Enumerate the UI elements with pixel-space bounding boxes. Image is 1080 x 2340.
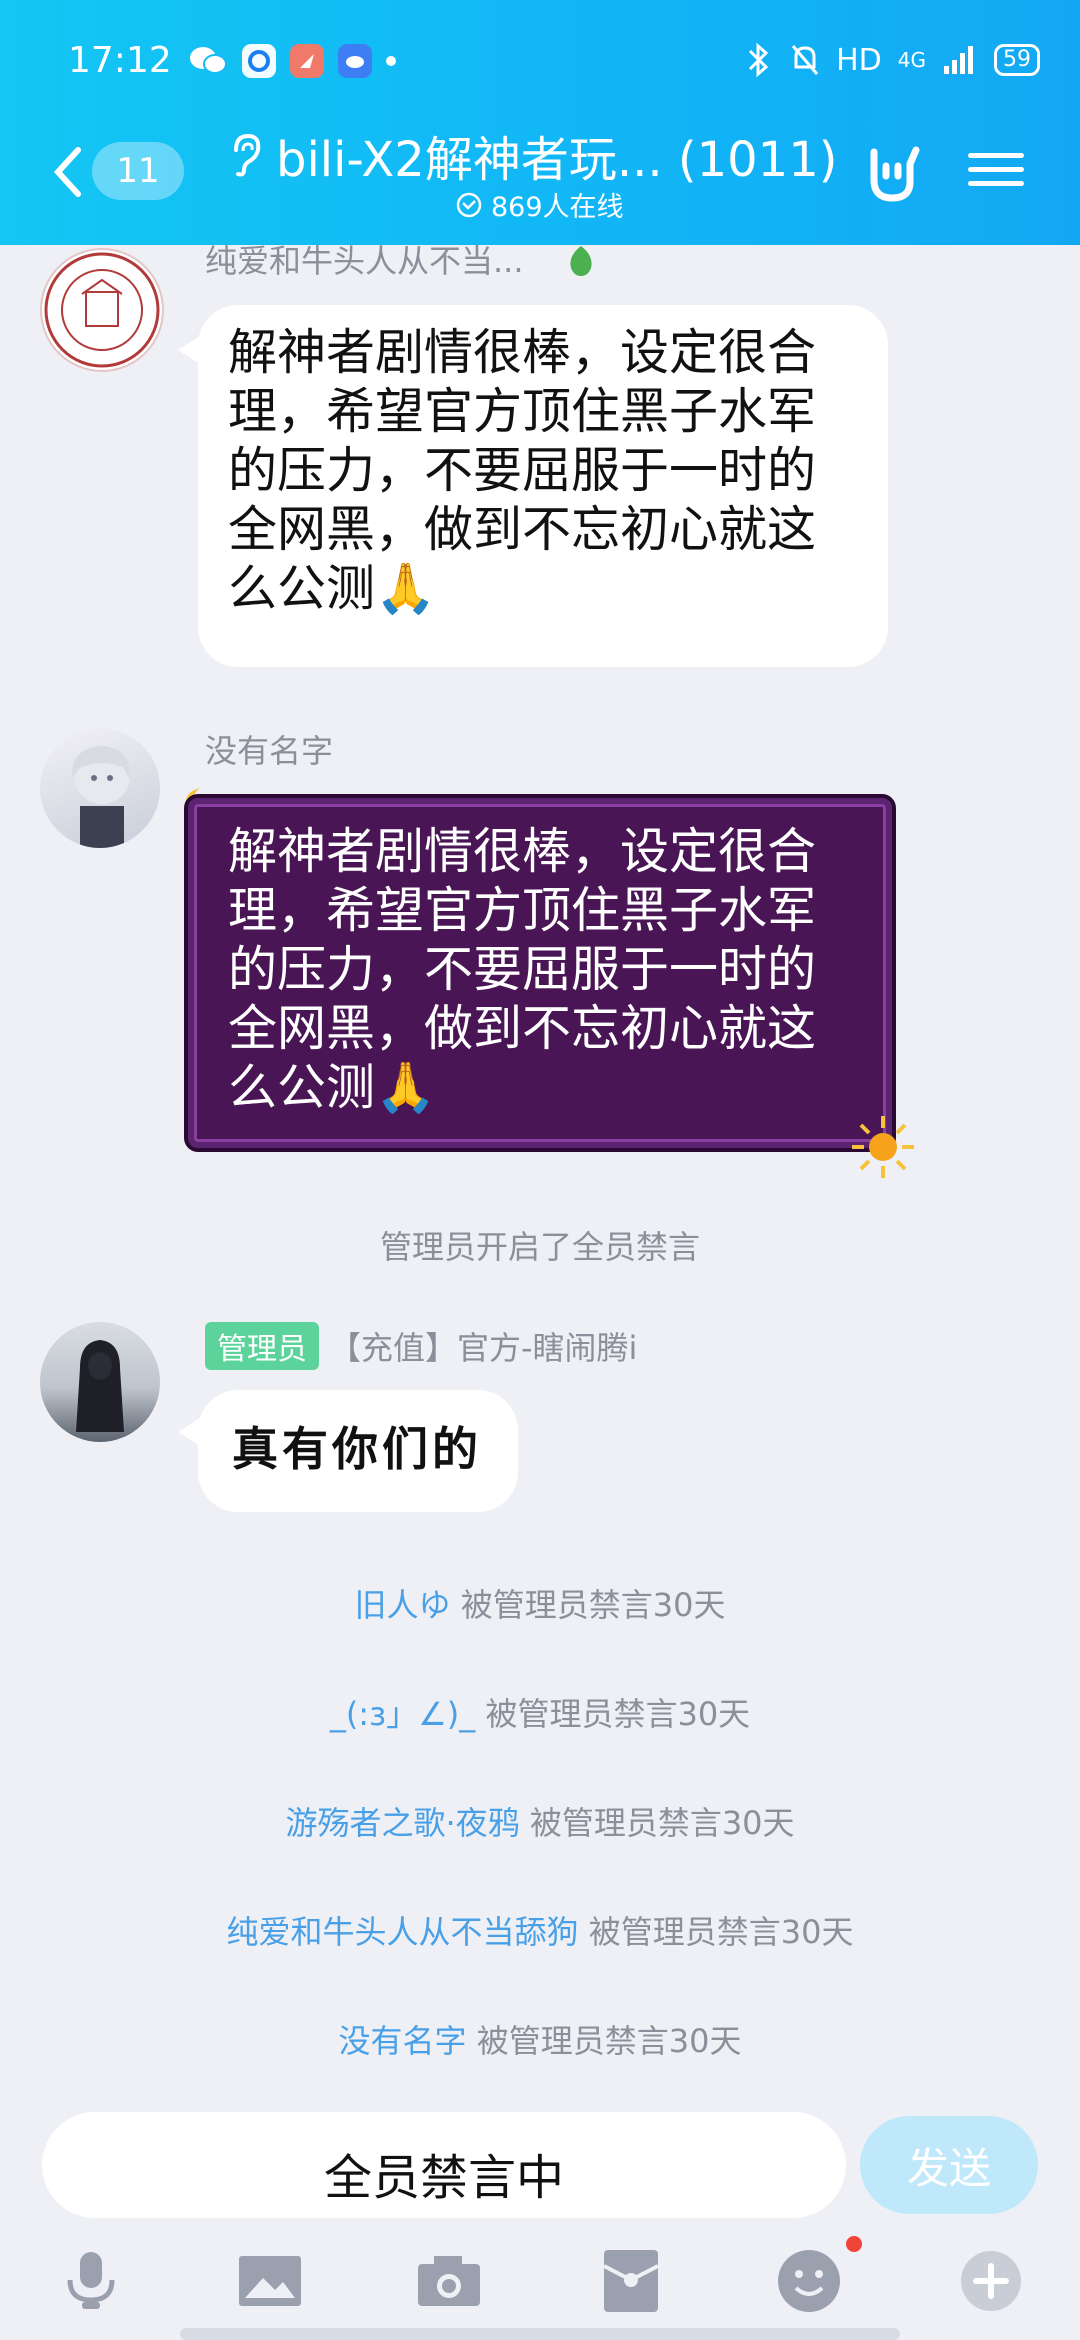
- more-notifications-dot: [386, 56, 396, 66]
- send-button[interactable]: 发送: [860, 2116, 1038, 2214]
- muted-user-name[interactable]: 游殇者之歌·夜鸦: [285, 1804, 519, 1842]
- muted-user-name[interactable]: 没有名字: [339, 2022, 467, 2060]
- message-input[interactable]: 全员禁言中: [42, 2112, 846, 2218]
- menu-icon[interactable]: [968, 144, 1024, 198]
- anime-avatar-icon: [71, 746, 131, 848]
- home-indicator: [180, 2328, 900, 2340]
- bubble-tail: [178, 1418, 200, 1446]
- sender-name: 纯爱和牛头人从不当...: [205, 242, 524, 280]
- online-check-icon: [456, 192, 482, 217]
- sun-icon: [852, 1116, 914, 1178]
- mute-notice: _(:з」∠)_ 被管理员禁言30天: [0, 1689, 1080, 1735]
- status-bar: 17:12 HD 4G 59: [0, 0, 1080, 130]
- red-packet-icon[interactable]: [596, 2246, 666, 2316]
- university-seal-icon: [44, 252, 160, 368]
- message-bubble-purple[interactable]: 解神者剧情很棒，设定很合理，希望官方顶住黑子水军的压力，不要屈服于一时的全网黑，…: [184, 794, 896, 1152]
- mute-notice: 游殇者之歌·夜鸦 被管理员禁言30天: [0, 1798, 1080, 1844]
- notification-icons: [188, 44, 396, 78]
- mute-action: 被管理员禁言30天: [476, 2022, 742, 2060]
- badge-icon: [570, 246, 592, 276]
- admin-role-tag: 管理员: [205, 1322, 319, 1370]
- mute-notice: 旧人ゆ 被管理员禁言30天: [0, 1580, 1080, 1626]
- back-chevron-icon[interactable]: [48, 142, 88, 202]
- chat-header: 17:12 HD 4G 59 11 bili-X2解神者玩... (1011) …: [0, 0, 1080, 245]
- image-icon[interactable]: [235, 2246, 305, 2316]
- avatar[interactable]: [40, 248, 164, 372]
- message-bubble[interactable]: 解神者剧情很棒，设定很合理，希望官方顶住黑子水军的压力，不要屈服于一时的全网黑，…: [198, 305, 888, 667]
- system-notice: 管理员开启了全员禁言: [379, 1228, 700, 1266]
- unread-count-badge[interactable]: 11: [92, 142, 184, 200]
- mute-action: 被管理员禁言30天: [588, 1913, 854, 1951]
- online-count-text: 869人在线: [491, 192, 624, 223]
- new-indicator-dot: [846, 2236, 862, 2252]
- message-bubble[interactable]: 真有你们的: [198, 1390, 518, 1512]
- camera-icon[interactable]: [414, 2246, 484, 2316]
- avatar[interactable]: [40, 1322, 160, 1442]
- mute-action: 被管理员禁言30天: [485, 1695, 751, 1733]
- status-right: HD 4G 59: [744, 42, 1040, 78]
- battery-indicator: 59: [994, 44, 1040, 76]
- input-placeholder: 全员禁言中: [323, 2150, 564, 2206]
- browser-icon: [242, 44, 276, 78]
- wechat-icon: [190, 47, 227, 74]
- emoji-icon[interactable]: [774, 2246, 844, 2316]
- microphone-icon[interactable]: [56, 2246, 126, 2316]
- rock-hand-icon[interactable]: [860, 142, 924, 206]
- cloud-icon: [338, 44, 372, 78]
- input-toolbar: [0, 2236, 1080, 2340]
- muted-user-name[interactable]: 纯爱和牛头人从不当舔狗: [227, 1913, 579, 1951]
- online-count: 869人在线: [455, 185, 624, 224]
- muted-user-name[interactable]: 旧人ゆ: [355, 1586, 451, 1624]
- muted-user-name[interactable]: _(:з」∠)_: [330, 1695, 475, 1733]
- sender-name: 【充值】官方-瞎闹腾i: [329, 1329, 638, 1367]
- title-row[interactable]: bili-X2解神者玩... (1011): [228, 125, 858, 188]
- mute-notice: 没有名字 被管理员禁言30天: [0, 2016, 1080, 2062]
- mute-action: 被管理员禁言30天: [529, 1804, 795, 1842]
- nav-bar: 11 bili-X2解神者玩... (1011) 869人在线: [0, 120, 1080, 240]
- ear-icon[interactable]: [228, 132, 264, 178]
- signal-icon: [944, 46, 973, 74]
- bluetooth-icon: [749, 42, 769, 78]
- app-icon: [290, 44, 324, 78]
- sender-name: 没有名字: [205, 732, 334, 770]
- status-time: 17:12: [68, 40, 172, 81]
- mute-notice: 纯爱和牛头人从不当舔狗 被管理员禁言30天: [0, 1907, 1080, 1953]
- group-title: bili-X2解神者玩... (1011): [276, 132, 838, 188]
- bubble-tail: [178, 336, 200, 364]
- hooded-figure-icon: [76, 1340, 124, 1432]
- hd-label: HD: [836, 42, 882, 78]
- mute-bell-icon: [791, 45, 819, 75]
- mute-action: 被管理员禁言30天: [460, 1586, 726, 1624]
- signal-label: 4G: [897, 48, 926, 72]
- plus-icon[interactable]: [956, 2246, 1026, 2316]
- admin-sender-row: 管理员 【充值】官方-瞎闹腾i: [205, 1322, 637, 1370]
- avatar[interactable]: [40, 728, 160, 848]
